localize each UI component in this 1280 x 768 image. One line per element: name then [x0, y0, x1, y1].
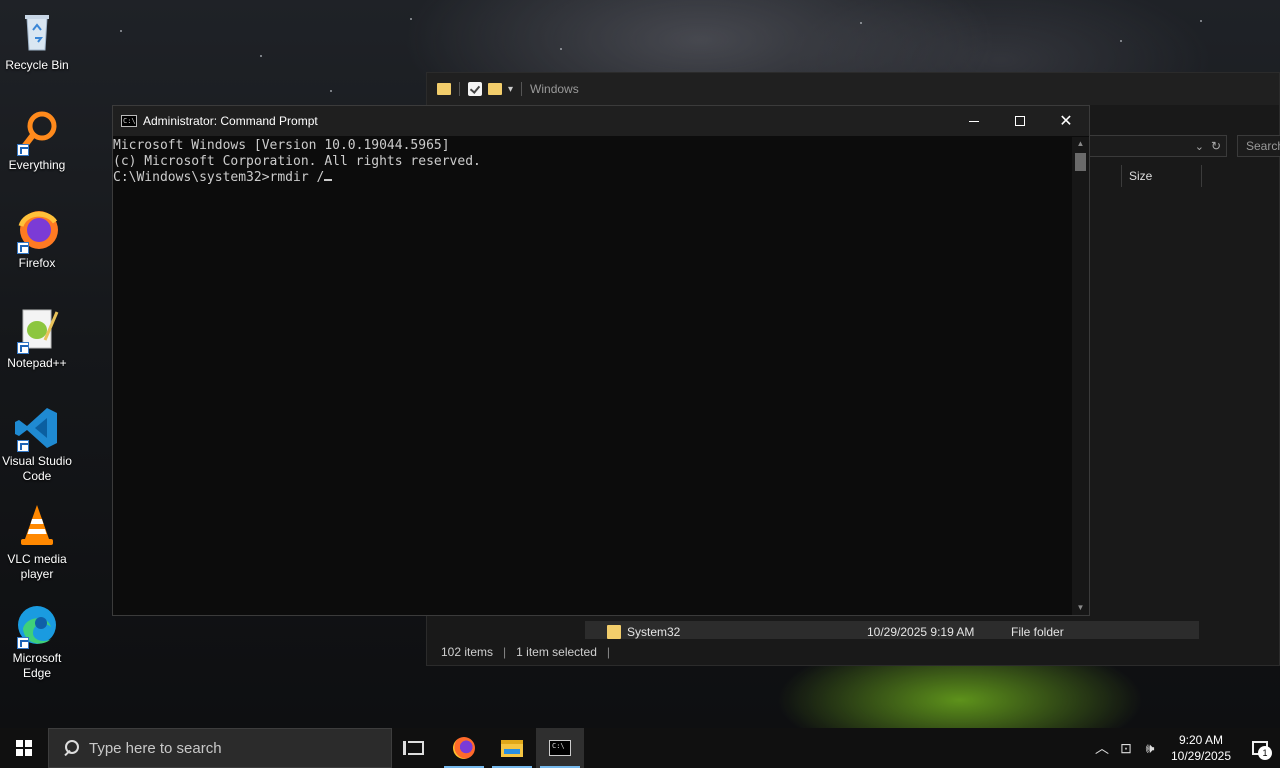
file-type: File folder — [1011, 625, 1064, 639]
console-line: (c) Microsoft Corporation. All rights re… — [113, 154, 481, 169]
everything-icon — [13, 108, 61, 156]
search-icon — [63, 740, 79, 756]
desktop-icon-label: Everything — [8, 158, 66, 172]
maximize-icon — [1015, 116, 1025, 126]
command-prompt-icon: C:\ — [549, 740, 571, 756]
notification-center-button[interactable]: 1 — [1240, 728, 1280, 768]
task-view-button[interactable] — [392, 728, 440, 768]
console-prompt-line[interactable]: C:\Windows\system32>rmdir / — [113, 170, 1073, 186]
scroll-down-icon[interactable]: ▼ — [1072, 601, 1089, 615]
desktop-icon-label: Firefox — [18, 256, 56, 270]
desktop-icon-label: Microsoft Edge — [12, 651, 62, 680]
desktop-icon-firefox[interactable]: Firefox — [0, 206, 74, 271]
taskbar-firefox[interactable] — [440, 728, 488, 768]
folder-icon — [437, 83, 451, 95]
desktop-icon-label: Recycle Bin — [5, 58, 69, 72]
desktop-icon-everything[interactable]: Everything — [0, 108, 74, 173]
properties-icon[interactable] — [468, 82, 482, 96]
chevron-down-icon[interactable]: ⌄ — [1195, 140, 1204, 153]
separator — [459, 82, 460, 96]
explorer-title-bar[interactable]: ▾ Windows — [427, 73, 1279, 105]
firefox-icon — [453, 737, 475, 759]
search-placeholder: Type here to search — [89, 739, 222, 757]
file-date: 10/29/2025 9:19 AM — [867, 625, 975, 639]
notification-badge: 1 — [1258, 746, 1272, 760]
desktop-icon-edge[interactable]: Microsoft Edge — [0, 601, 74, 681]
vscode-icon — [13, 404, 61, 452]
network-icon[interactable]: ⊡ — [1114, 740, 1138, 757]
windows-logo-icon — [16, 740, 32, 756]
file-name: System32 — [627, 625, 681, 639]
clock-date: 10/29/2025 — [1170, 749, 1232, 763]
console-output[interactable]: Microsoft Windows [Version 10.0.19044.59… — [113, 137, 1073, 615]
column-divider — [1201, 165, 1202, 187]
desktop-icon-label: Visual Studio Code — [2, 454, 72, 483]
clock-time: 9:20 AM — [1178, 733, 1224, 747]
shortcut-arrow-icon — [17, 342, 29, 354]
start-button[interactable] — [0, 728, 48, 768]
vlc-cone-icon — [13, 502, 61, 550]
desktop-icon-notepadpp[interactable]: Notepad++ — [0, 306, 74, 371]
desktop-icon-vlc[interactable]: VLC media player — [0, 502, 74, 582]
shortcut-arrow-icon — [17, 242, 29, 254]
window-title: Administrator: Command Prompt — [143, 114, 318, 128]
separator — [521, 82, 523, 96]
status-separator: | — [503, 645, 507, 659]
edge-icon — [13, 601, 61, 649]
new-folder-icon[interactable] — [488, 83, 502, 95]
status-separator: | — [606, 645, 610, 659]
scroll-up-icon[interactable]: ▲ — [1072, 137, 1089, 151]
chevron-up-icon[interactable]: ︿ — [1090, 738, 1114, 758]
refresh-icon[interactable]: ↻ — [1211, 139, 1221, 153]
explorer-search-input[interactable]: Search — [1237, 135, 1280, 157]
taskbar-search-box[interactable]: Type here to search — [48, 728, 392, 768]
file-explorer-icon — [501, 739, 523, 757]
notepad-plus-plus-icon — [13, 306, 61, 354]
quick-access-dropdown-icon[interactable]: ▾ — [508, 84, 513, 95]
scrollbar-thumb[interactable] — [1075, 153, 1086, 171]
column-header-size[interactable]: Size — [1129, 169, 1152, 183]
recycle-bin-icon — [13, 8, 61, 56]
system-tray: ︿ ⊡ 🕪 9:20 AM 10/29/2025 1 — [1090, 728, 1280, 768]
shortcut-arrow-icon — [17, 637, 29, 649]
minimize-button[interactable] — [951, 106, 997, 136]
selection-count: 1 item selected — [516, 645, 597, 659]
clock[interactable]: 9:20 AM 10/29/2025 — [1162, 732, 1240, 764]
vertical-scrollbar[interactable]: ▲ ▼ — [1072, 137, 1089, 615]
desktop-icon-label: Notepad++ — [7, 356, 67, 370]
prompt-command: C:\Windows\system32>rmdir / — [113, 170, 325, 185]
column-divider — [1121, 165, 1122, 187]
text-cursor — [324, 179, 333, 181]
folder-icon — [607, 625, 621, 639]
shortcut-arrow-icon — [17, 440, 29, 452]
address-bar[interactable]: ⌄ ↻ — [1089, 135, 1227, 157]
close-icon: ✕ — [1059, 113, 1073, 130]
maximize-button[interactable] — [997, 106, 1043, 136]
volume-icon[interactable]: 🕪 — [1138, 740, 1162, 757]
desktop-icon-vscode[interactable]: Visual Studio Code — [0, 404, 74, 484]
explorer-status-bar: 102 items | 1 item selected | — [427, 639, 1279, 665]
minimize-icon — [969, 120, 979, 122]
taskbar-command-prompt[interactable]: C:\ — [536, 728, 584, 768]
desktop-icon-recycle-bin[interactable]: Recycle Bin — [0, 8, 74, 73]
console-line: Microsoft Windows [Version 10.0.19044.59… — [113, 138, 450, 153]
cmd-app-icon: C:\ — [121, 115, 137, 127]
firefox-icon — [13, 206, 61, 254]
explorer-title: Windows — [530, 82, 579, 96]
close-button[interactable]: ✕ — [1043, 106, 1089, 136]
cmd-title-bar[interactable]: C:\ Administrator: Command Prompt ✕ — [113, 106, 1089, 136]
item-count: 102 items — [441, 645, 494, 659]
taskbar-file-explorer[interactable] — [488, 728, 536, 768]
taskbar: Type here to search C:\ ︿ ⊡ 🕪 9:20 AM 10… — [0, 728, 1280, 768]
command-prompt-window[interactable]: C:\ Administrator: Command Prompt ✕ Micr… — [112, 105, 1090, 616]
shortcut-arrow-icon — [17, 144, 29, 156]
task-view-icon — [403, 741, 424, 755]
desktop-icon-label: VLC media player — [7, 552, 67, 581]
